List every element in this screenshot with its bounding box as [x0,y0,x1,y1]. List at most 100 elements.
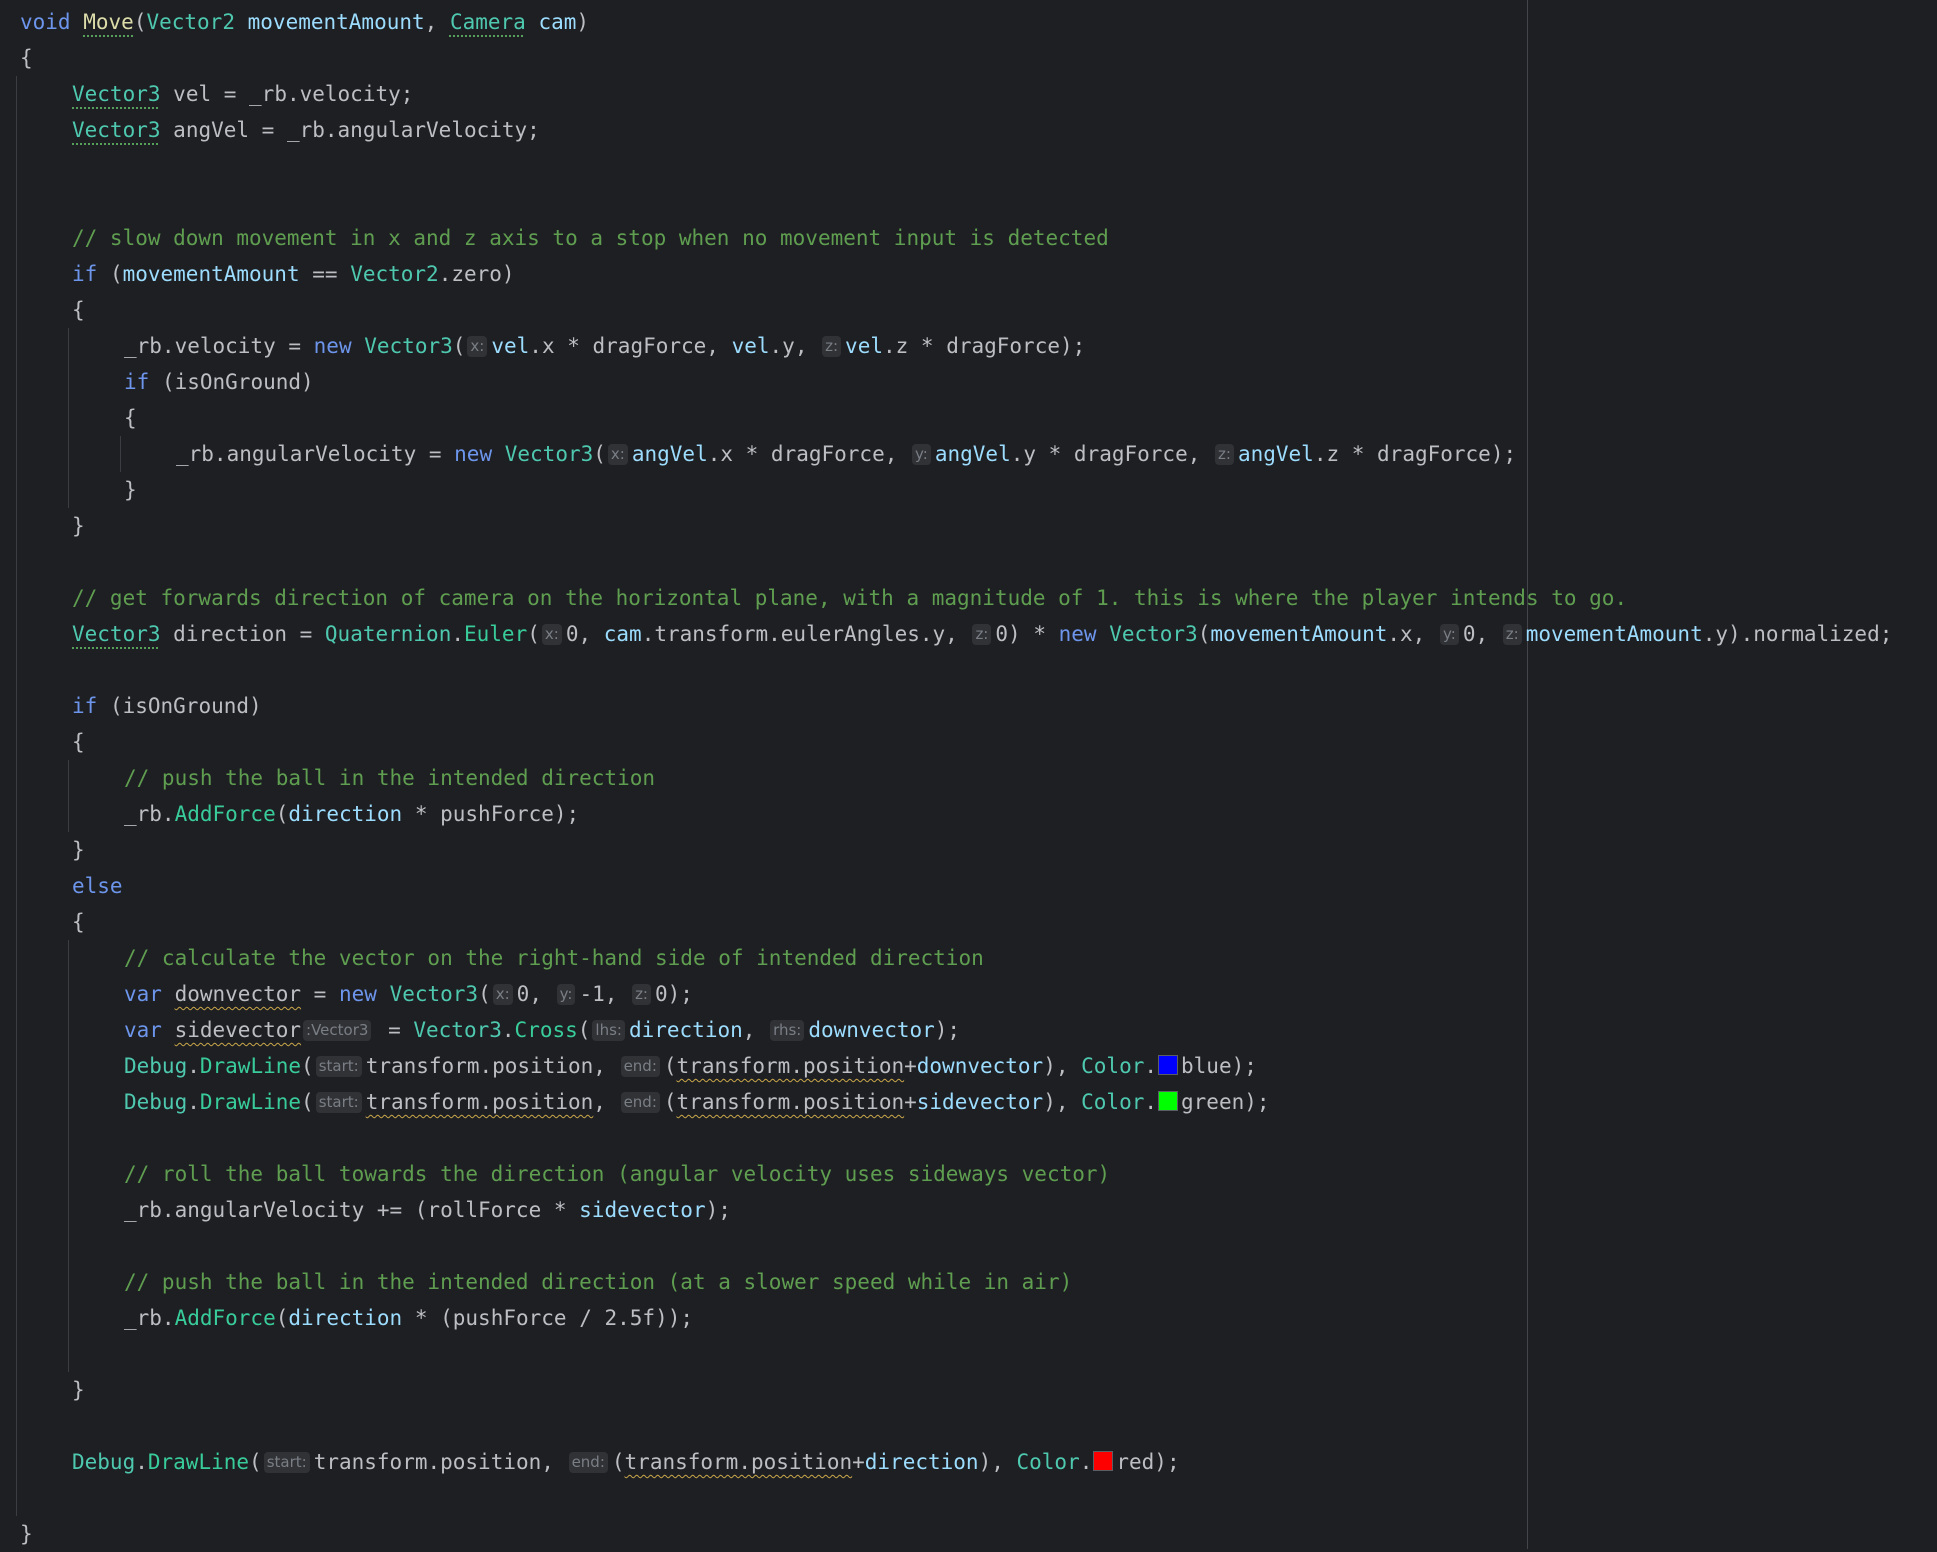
code-line[interactable]: } [20,472,1937,508]
parameter-hint: z: [1502,624,1522,645]
comment: // slow down movement in x and z axis to… [72,226,1109,250]
code-text: ), [1043,1090,1082,1114]
code-line[interactable]: // push the ball in the intended directi… [20,1264,1937,1300]
code-line[interactable]: Debug.DrawLine(start: transform.position,… [20,1444,1937,1480]
type-name: Vector3 [72,118,161,142]
code-line[interactable]: else [20,868,1937,904]
code-text: ( [527,622,540,646]
code-text: ( [452,334,466,358]
type-name: Camera [449,10,526,34]
code-line[interactable]: } [20,832,1937,868]
code-text: transform.position [676,1054,905,1078]
code-line[interactable]: if (isOnGround) [20,688,1937,724]
parameter-hint: lhs: [592,1020,625,1041]
code-line[interactable]: { [20,40,1937,76]
code-line[interactable] [20,1120,1937,1156]
parameter-hint: x: [492,984,513,1005]
code-line[interactable] [20,1336,1937,1372]
code-line[interactable] [20,652,1937,688]
code-text: * pushForce); [402,802,580,826]
method-name: AddForce [174,1306,276,1330]
code-line[interactable]: { [20,400,1937,436]
variable-reference: direction [288,1306,403,1330]
parameter-hint: x: [607,444,628,465]
code-line[interactable]: { [20,724,1937,760]
code-line[interactable]: Debug.DrawLine(start: transform.position,… [20,1084,1937,1120]
code-line[interactable]: // calculate the vector on the right-han… [20,940,1937,976]
code-line[interactable]: } [20,1516,1937,1552]
code-text: _rb. [124,802,175,826]
code-text: { [72,730,85,754]
code-line[interactable]: _rb.AddForce(direction * pushForce); [20,796,1937,832]
numeric-literal: 0 [995,622,1009,646]
code-line[interactable]: // get forwards direction of camera on t… [20,580,1937,616]
color-swatch-icon[interactable] [1158,1055,1179,1075]
code-area[interactable]: void Move(Vector2 movementAmount, Camera… [20,4,1937,1552]
code-line[interactable]: if (movementAmount == Vector2.zero) [20,256,1937,292]
color-swatch-icon[interactable] [1093,1451,1114,1471]
code-text: , [593,1090,619,1114]
code-line[interactable]: if (isOnGround) [20,364,1937,400]
code-text: blue); [1181,1054,1257,1078]
code-text: = [301,982,339,1006]
code-line[interactable]: } [20,508,1937,544]
code-text: ( [275,802,289,826]
code-line[interactable]: var downvector = new Vector3(x: 0, y: -1, … [20,976,1937,1012]
code-text: ) [576,10,590,34]
code-line[interactable]: { [20,904,1937,940]
code-text: . [135,1450,148,1474]
code-line[interactable]: _rb.AddForce(direction * (pushForce / 2.… [20,1300,1937,1336]
code-line[interactable] [20,148,1937,184]
local-variable: downvector [174,982,302,1006]
variable-reference: direction [864,1450,979,1474]
numeric-literal: -1 [579,982,605,1006]
type-name: Vector3 [364,334,453,358]
code-line[interactable] [20,1408,1937,1444]
code-text: _rb.velocity = [124,334,314,358]
local-variable: angVel [173,118,250,142]
variable-reference: direction [288,802,403,826]
keyword: if [72,262,98,286]
code-text: _rb.angularVelocity += (rollForce * [124,1198,580,1222]
code-text: = _rb.velocity; [211,82,414,106]
method-name: Cross [514,1018,578,1042]
numeric-literal: 0 [516,982,530,1006]
code-line[interactable]: Vector3 angVel = _rb.angularVelocity; [20,112,1937,148]
code-editor[interactable]: void Move(Vector2 movementAmount, Camera… [0,0,1937,1549]
code-line[interactable] [20,544,1937,580]
code-line[interactable]: { [20,292,1937,328]
code-line[interactable]: void Move(Vector2 movementAmount, Camera… [20,4,1937,40]
parameter-hint: start: [315,1092,362,1113]
numeric-literal: 0 [1462,622,1476,646]
code-text: _rb. [124,1306,175,1330]
code-text: )); [655,1306,693,1330]
code-text: ); [667,982,693,1006]
code-line[interactable]: Vector3 direction = Quaternion.Euler(x: 0… [20,616,1937,652]
code-line[interactable] [20,1480,1937,1516]
code-line[interactable] [20,184,1937,220]
code-line[interactable]: // push the ball in the intended directi… [20,760,1937,796]
code-line[interactable]: // slow down movement in x and z axis to… [20,220,1937,256]
code-line[interactable] [20,1228,1937,1264]
code-line[interactable]: _rb.angularVelocity = new Vector3(x: angV… [20,436,1937,472]
code-text: = [286,622,325,646]
code-text: transform.position, [365,1054,619,1078]
code-line[interactable]: _rb.angularVelocity += (rollForce * side… [20,1192,1937,1228]
indent-guide [68,940,69,1372]
code-line[interactable]: var sidevector:Vector3 = Vector3.Cross(l… [20,1012,1937,1048]
code-line[interactable]: } [20,1372,1937,1408]
code-line[interactable]: Debug.DrawLine(start: transform.position,… [20,1048,1937,1084]
code-text: ); [705,1198,731,1222]
color-swatch-icon[interactable] [1158,1091,1179,1111]
code-text: { [72,910,85,934]
code-line[interactable]: Vector3 vel = _rb.velocity; [20,76,1937,112]
code-text: * (pushForce / [402,1306,605,1330]
code-line[interactable]: // roll the ball towards the direction (… [20,1156,1937,1192]
code-line[interactable]: _rb.velocity = new Vector3(x: vel.x * dra… [20,328,1937,364]
